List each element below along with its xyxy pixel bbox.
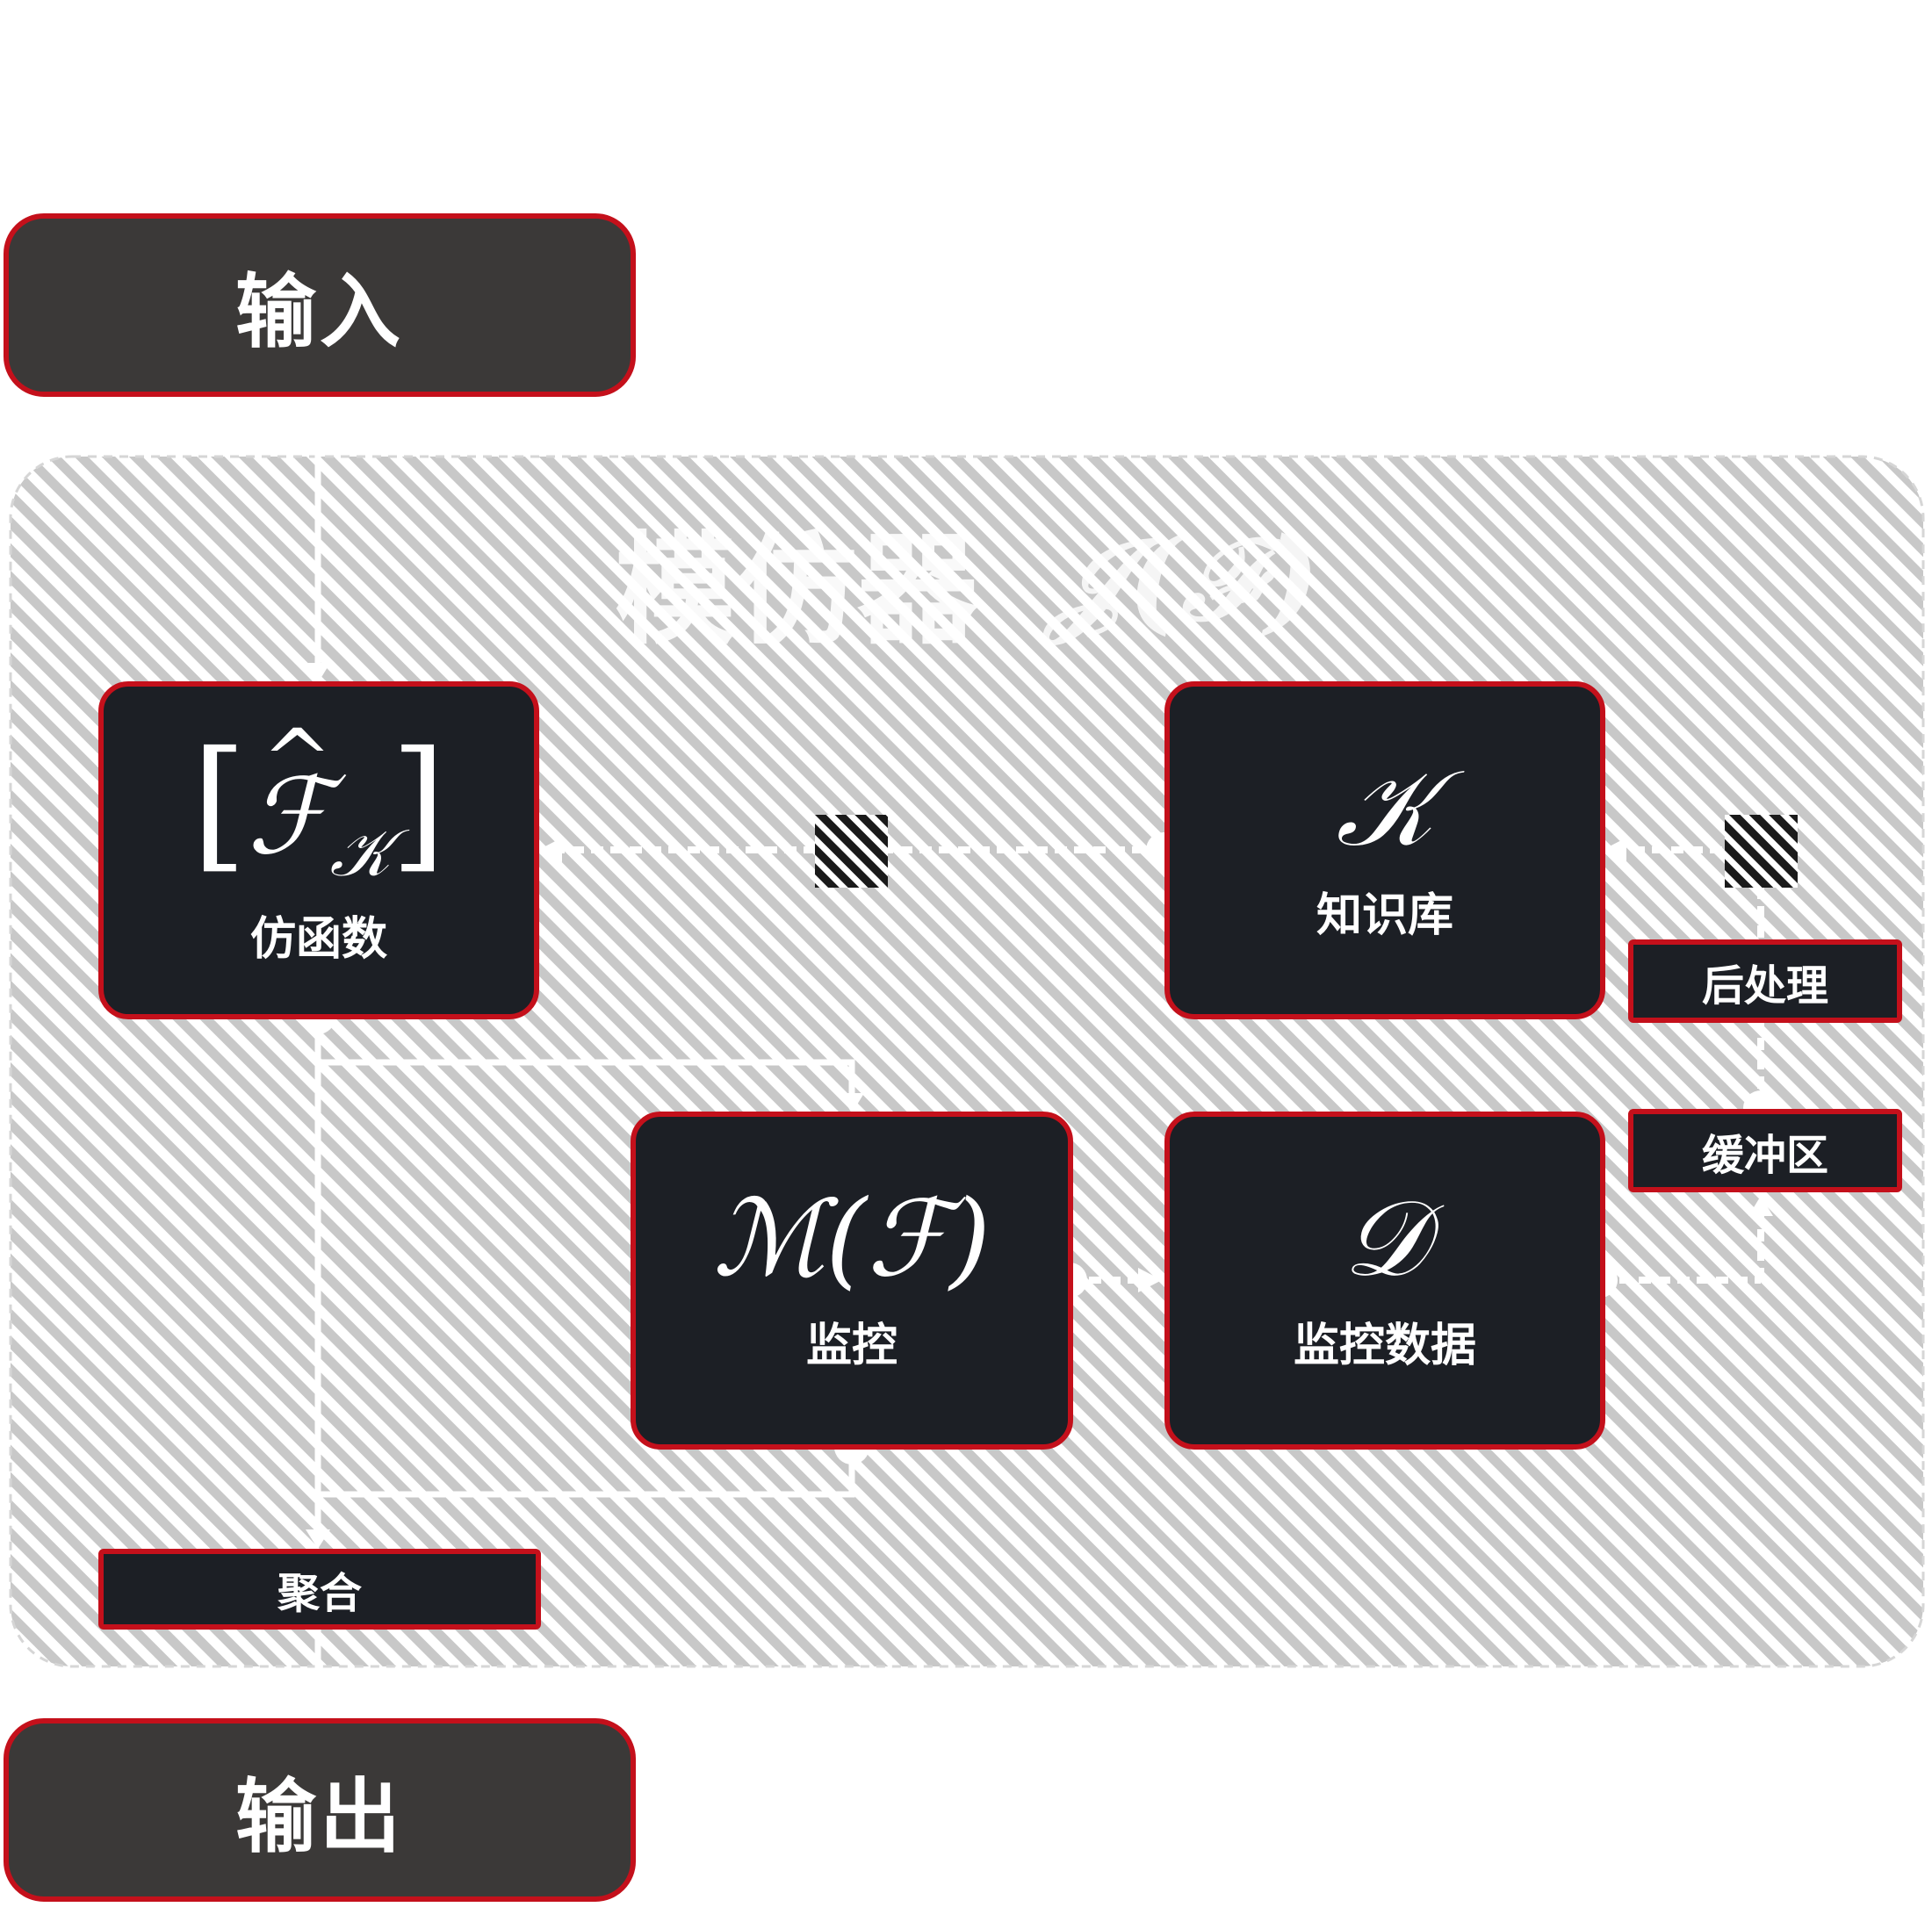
imitator-title-text: 模仿器 <box>615 520 979 661</box>
buffer-node[interactable]: 缓冲区 <box>1628 1109 1902 1192</box>
postprocess-node[interactable]: 后处理 <box>1628 939 1902 1023</box>
imitation-function-label: 仿函数 <box>249 913 387 967</box>
imitation-function-node[interactable]: [ℱ𝒦] 仿函数 <box>98 681 539 1019</box>
output-node[interactable]: 输出 <box>4 1718 636 1902</box>
knowledge-edge-marker <box>815 815 888 888</box>
buffer-label: 缓冲区 <box>1701 1130 1828 1180</box>
monitor-data-node[interactable]: 𝒟 监控数据 <box>1164 1112 1605 1450</box>
monitor-data-symbol: 𝒟 <box>1343 1178 1427 1300</box>
monitor-label: 监控 <box>805 1320 898 1372</box>
output-label: 输出 <box>234 1770 404 1864</box>
monitor-data-label: 监控数据 <box>1293 1320 1476 1372</box>
imitator-title: 模仿器 𝒥(ℱ) <box>615 492 1320 667</box>
monitor-symbol: ℳ(ℱ) <box>712 1178 991 1300</box>
knowledge-base-node[interactable]: 𝒦 知识库 <box>1164 681 1605 1019</box>
knowledge-base-symbol: 𝒦 <box>1336 748 1434 870</box>
knowledge-base-label: 知识库 <box>1316 889 1453 942</box>
function-sub-symbol: 𝒦 <box>329 814 391 891</box>
input-node[interactable]: 输入 <box>4 213 636 397</box>
aggregate-node[interactable]: 聚合 <box>98 1549 541 1630</box>
imitation-function-symbol: [ℱ𝒦] <box>191 718 446 886</box>
monitor-node[interactable]: ℳ(ℱ) 监控 <box>631 1112 1073 1450</box>
postprocess-label: 后处理 <box>1701 961 1828 1011</box>
aggregate-label: 聚合 <box>277 1569 362 1618</box>
imitator-title-symbol: 𝒥(ℱ) <box>1049 512 1320 646</box>
function-main-symbol: ℱ <box>247 718 333 870</box>
input-label: 输入 <box>234 265 404 359</box>
postprocess-edge-marker <box>1725 815 1798 888</box>
